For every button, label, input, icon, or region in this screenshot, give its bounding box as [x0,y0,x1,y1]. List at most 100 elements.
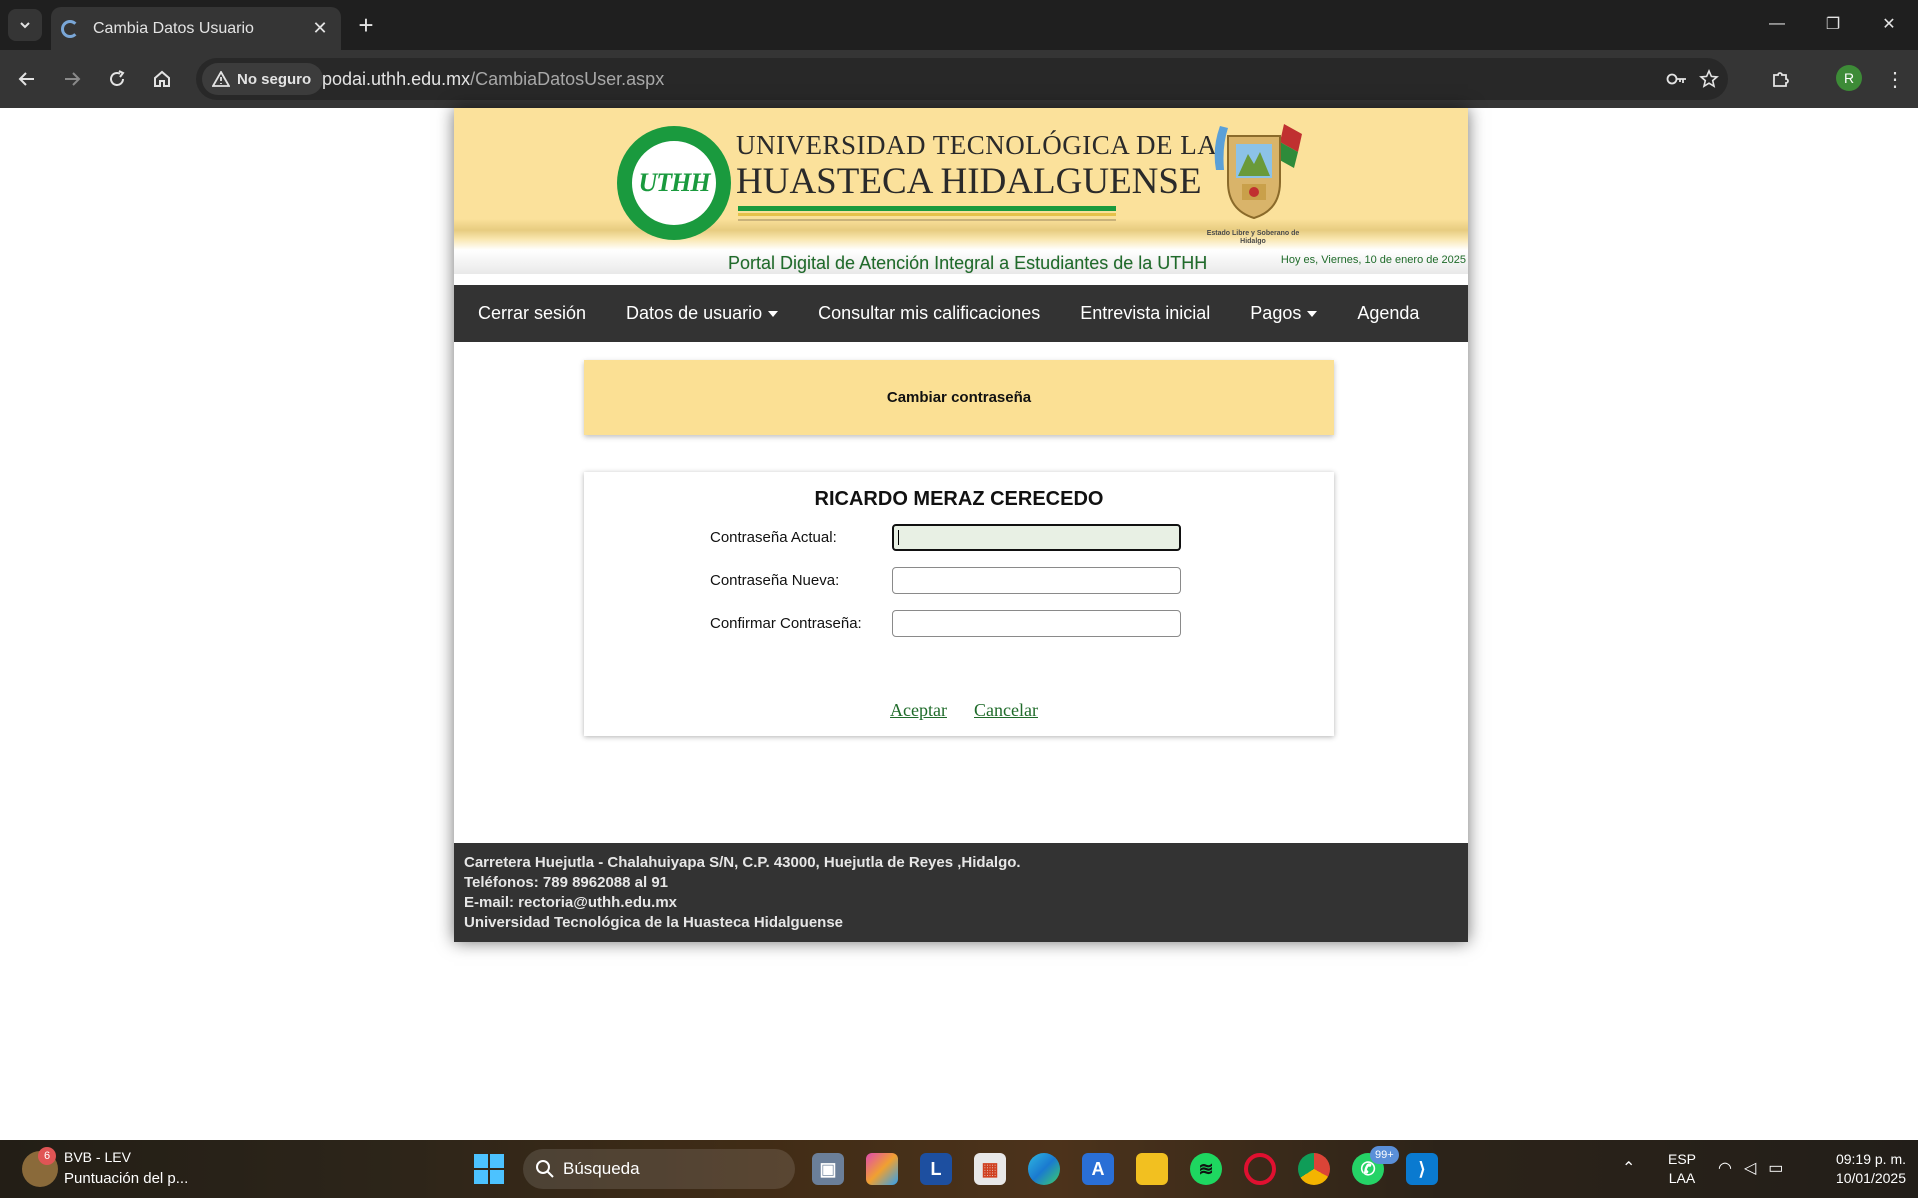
forward-button[interactable] [54,61,90,97]
vscode-icon[interactable]: ⟩ [1406,1153,1438,1185]
text-cursor [898,530,899,545]
current-password-input[interactable] [892,524,1181,551]
loading-favicon-icon [61,19,79,38]
new-password-input[interactable] [892,567,1181,594]
tab-search-button[interactable] [8,9,42,41]
battery-icon[interactable]: ▭ [1768,1158,1783,1178]
seal-text: UTHH [638,168,710,197]
current-password-label: Contraseña Actual: [710,529,837,546]
browser-toolbar: No seguro podai.uthh.edu.mx/CambiaDatosU… [0,50,1918,108]
start-windows-icon[interactable] [474,1154,504,1184]
nav-interview-label: Entrevista inicial [1080,303,1211,323]
browser-menu-icon[interactable]: ⋮ [1880,61,1910,97]
chevron-down-icon [20,22,30,29]
chevron-up-icon[interactable]: ⌃ [1622,1158,1635,1178]
nav-payments-dropdown[interactable]: Pagos [1230,285,1337,342]
university-name-line1: UNIVERSIDAD TECNOLÓGICA DE LA [736,130,1218,160]
wifi-icon[interactable]: ◠ [1718,1158,1732,1178]
arrow-left-icon [18,72,34,86]
header-stripe-lines [738,219,1116,221]
cancel-link[interactable]: Cancelar [974,700,1038,721]
close-window-icon[interactable]: ✕ [1866,8,1912,40]
clock[interactable]: 09:19 p. m. 10/01/2025 [1810,1150,1906,1188]
nav-agenda[interactable]: Agenda [1337,285,1439,342]
clock-time: 09:19 p. m. [1835,1151,1906,1167]
spotify-icon[interactable]: ≋ [1190,1153,1222,1185]
lang-line1: ESP [1668,1151,1697,1167]
caret-down-icon [768,310,779,317]
input-language[interactable]: ESP LAA [1668,1150,1696,1188]
profile-avatar[interactable]: R [1836,65,1862,91]
restore-icon[interactable]: ❐ [1810,8,1856,40]
confirm-password-input[interactable] [892,610,1181,637]
nav-grades-label: Consultar mis calificaciones [818,303,1041,323]
nav-logout[interactable]: Cerrar sesión [458,285,606,342]
edge-icon[interactable] [1028,1153,1060,1185]
media-title[interactable]: BVB - LEV [64,1149,131,1165]
page-footer: Carretera Huejutla - Chalahuiyapa S/N, C… [454,843,1468,942]
home-button[interactable] [144,61,180,97]
footer-email: E-mail: rectoria@uthh.edu.mx [464,894,677,911]
coat-caption: Estado Libre y Soberano de Hidalgo [1206,230,1300,245]
system-tray[interactable]: ◠ ◁ ▭ [1718,1158,1783,1178]
portal-title: Portal Digital de Atención Integral a Es… [728,253,1208,273]
taskbar-search[interactable]: Búsqueda [523,1149,795,1189]
task-view-icon[interactable]: ▣ [812,1153,844,1185]
browser-tab-active[interactable]: Cambia Datos Usuario ✕ [51,7,341,50]
security-chip[interactable]: No seguro [202,63,324,95]
password-key-icon[interactable] [1664,66,1690,92]
nav-payments-label: Pagos [1250,303,1302,323]
home-icon [154,70,170,87]
reload-button[interactable] [99,61,135,97]
volume-icon[interactable]: ◁ [1744,1158,1756,1178]
copilot-icon[interactable] [866,1153,898,1185]
browser-tab-bar: Cambia Datos Usuario ✕ + — ❐ ✕ [0,0,1918,50]
confirm-password-label: Confirmar Contraseña: [710,615,862,632]
minimize-icon[interactable]: — [1754,8,1800,40]
puzzle-icon [1773,72,1789,87]
header-stripe-yellow [738,213,1116,216]
main-navbar: Cerrar sesión Datos de usuario Consultar… [454,285,1468,342]
file-explorer-icon[interactable] [1136,1153,1168,1185]
close-tab-icon[interactable]: ✕ [309,18,331,40]
windows-taskbar: 6 BVB - LEV Puntuación del p... Búsqueda… [0,1140,1918,1198]
media-subtitle[interactable]: Puntuación del p... [64,1170,188,1187]
bookmark-star-icon[interactable] [1696,66,1722,92]
whatsapp-badge: 99+ [1370,1146,1399,1164]
url-text[interactable]: podai.uthh.edu.mx/CambiaDatosUser.aspx [322,69,664,90]
nav-grades[interactable]: Consultar mis calificaciones [798,285,1060,342]
extensions-button[interactable] [1763,61,1799,97]
address-bar[interactable]: No seguro podai.uthh.edu.mx/CambiaDatosU… [196,58,1728,100]
change-password-heading: Cambiar contraseña [584,360,1334,435]
reload-icon [110,70,125,86]
header-banner: UTHH UNIVERSIDAD TECNOLÓGICA DE LA HUAST… [454,108,1468,250]
university-name-line2: HUASTECA HIDALGUENSE [736,161,1202,202]
app-a-icon[interactable]: A [1082,1153,1114,1185]
search-placeholder: Búsqueda [563,1159,640,1178]
caret-down-icon [1307,310,1318,317]
warning-icon [212,71,230,87]
l-app-icon[interactable]: L [920,1153,952,1185]
new-tab-button[interactable]: + [352,10,380,40]
footer-address: Carretera Huejutla - Chalahuiyapa S/N, C… [464,854,1021,871]
user-full-name: RICARDO MERAZ CERECEDO [814,488,1104,510]
current-date: Hoy es, Viernes, 10 de enero de 2025 [1280,254,1466,266]
footer-phones: Teléfonos: 789 8962088 al 91 [464,874,669,891]
page-viewport: UTHH UNIVERSIDAD TECNOLÓGICA DE LA HUAST… [0,108,1918,1140]
new-password-label: Contraseña Nueva: [710,572,840,589]
store-icon[interactable]: ▦ [974,1153,1006,1185]
security-label: No seguro [237,70,312,88]
header-stripe-green [738,206,1116,211]
chrome-icon[interactable] [1298,1153,1330,1185]
nav-user-data-dropdown[interactable]: Datos de usuario [606,285,798,342]
back-button[interactable] [9,61,45,97]
nav-agenda-label: Agenda [1357,303,1420,323]
accept-link[interactable]: Aceptar [890,700,947,721]
uthh-seal-logo: UTHH [617,126,731,240]
url-path: /CambiaDatosUser.aspx [470,69,665,89]
opera-icon[interactable] [1244,1153,1276,1185]
portal-title-strip: Portal Digital de Atención Integral a Es… [454,250,1468,274]
page-container: UTHH UNIVERSIDAD TECNOLÓGICA DE LA HUAST… [454,108,1468,942]
tab-title: Cambia Datos Usuario [93,19,254,37]
nav-interview[interactable]: Entrevista inicial [1060,285,1230,342]
